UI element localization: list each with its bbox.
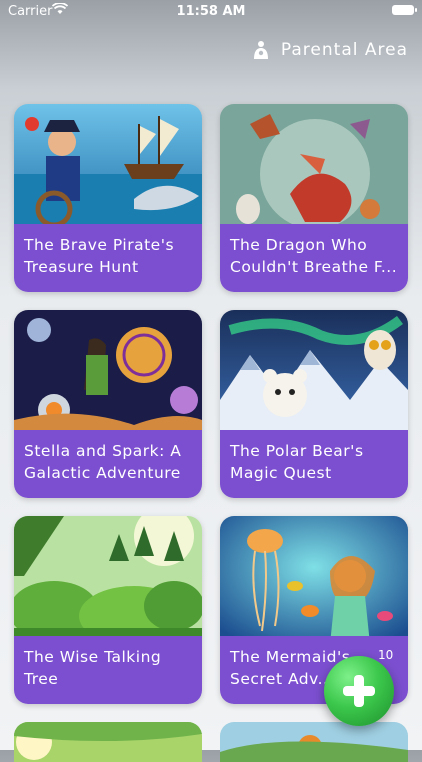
story-cover-galactic: [14, 310, 202, 438]
story-card-pirate[interactable]: The Brave Pirate's Treasure Hunt: [14, 104, 202, 292]
story-card-partial-2[interactable]: [220, 722, 408, 762]
story-card-dragon[interactable]: The Dragon Who Couldn't Breathe F...: [220, 104, 408, 292]
story-cover-partial-2: [220, 722, 408, 762]
story-card-talking-tree[interactable]: The Wise Talking Tree: [14, 516, 202, 704]
story-title: The Wise Talking Tree: [14, 636, 202, 704]
story-cover-dragon: [220, 104, 408, 232]
story-cover-partial: [14, 722, 202, 762]
story-cover-mermaid: [220, 516, 408, 644]
story-card-polar-bear[interactable]: The Polar Bear's Magic Quest: [220, 310, 408, 498]
status-bar: Carrier 11:58 AM: [0, 0, 422, 24]
plus-icon: [343, 675, 375, 707]
story-cover-pirate: [14, 104, 202, 232]
battery-icon: [392, 5, 417, 15]
story-title: The Brave Pirate's Treasure Hunt: [14, 224, 202, 292]
story-card-galactic[interactable]: Stella and Spark: A Galactic Adventure: [14, 310, 202, 498]
status-time: 11:58 AM: [176, 4, 246, 19]
story-grid: The Brave Pirate's Treasure Hunt The Dra…: [14, 104, 408, 704]
story-cover-polar-bear: [220, 310, 408, 438]
add-story-button[interactable]: [324, 656, 394, 726]
parental-area-button[interactable]: Parental Area: [251, 36, 408, 64]
story-title: Stella and Spark: A Galactic Adventure: [14, 430, 202, 498]
story-cover-talking-tree: [14, 516, 202, 644]
story-card-partial[interactable]: [14, 722, 202, 762]
story-title: The Polar Bear's Magic Quest: [220, 430, 408, 498]
story-title: The Dragon Who Couldn't Breathe F...: [220, 224, 408, 292]
parent-child-icon: [253, 41, 268, 59]
story-count-badge: 10: [378, 648, 394, 662]
parental-area-label: Parental Area: [280, 40, 408, 60]
